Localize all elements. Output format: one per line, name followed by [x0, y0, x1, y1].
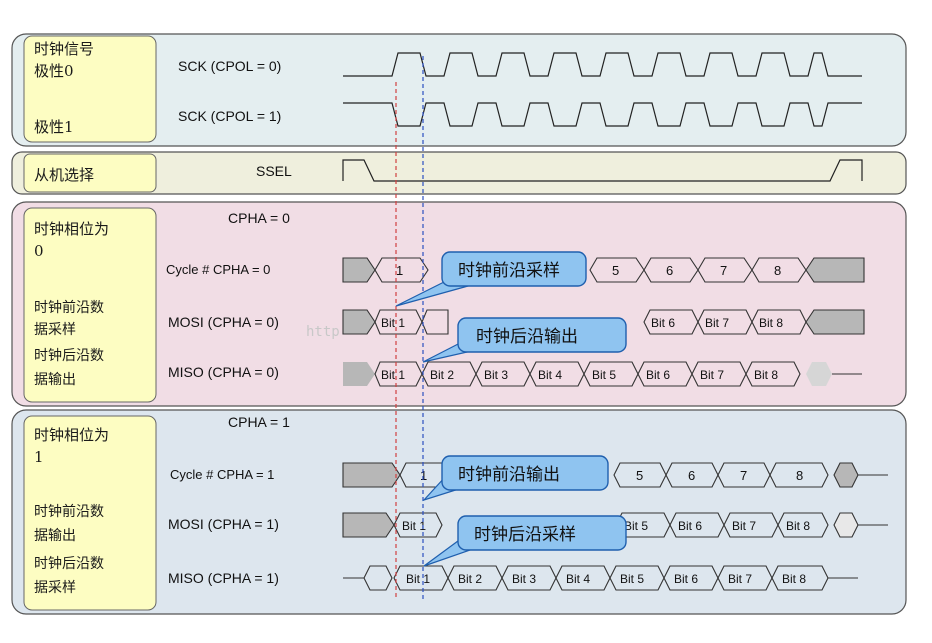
signal-label-sck0: SCK (CPOL = 0) [178, 58, 281, 74]
label-cpha0-title: 时钟相位为 [34, 220, 109, 238]
label-cpha1-miso2: 据采样 [34, 580, 76, 596]
cycle0-num-5: 5 [612, 263, 619, 278]
signal-label-mosi1: MOSI (CPHA = 1) [168, 516, 279, 532]
mosi1-end-block [833, 512, 859, 538]
miso0-bit4-label: Bit 4 [538, 368, 562, 382]
miso0-bit2-label: Bit 2 [430, 368, 454, 382]
callout1-text: 时钟前沿采样 [458, 261, 560, 281]
timing-diagram-canvas: 时钟信号 极性0 极性1 从机选择 时钟相位为 0 时钟前沿数 据采样 时钟后沿… [11, 33, 907, 615]
signal-label-cpha0-header: CPHA = 0 [228, 210, 290, 226]
label-cpha0-miso2: 据输出 [34, 372, 76, 388]
mosi0-bit1-label: Bit 1 [381, 316, 405, 330]
signal-label-sck1: SCK (CPOL = 1) [178, 108, 281, 124]
mosi1-start-block [342, 512, 395, 538]
callout2-text: 时钟后沿输出 [476, 327, 578, 347]
miso1-bit5-label: Bit 5 [620, 572, 644, 586]
miso1-bit2-label: Bit 2 [458, 572, 482, 586]
label-cpha1-value: 1 [34, 448, 44, 466]
miso1-bit3-label: Bit 3 [512, 572, 536, 586]
miso0-bit3-label: Bit 3 [484, 368, 508, 382]
mosi0-bit6-label: Bit 6 [651, 316, 675, 330]
cycle1-num-8: 8 [796, 468, 803, 483]
miso0-bit8-label: Bit 8 [754, 368, 778, 382]
miso1-bit6-label: Bit 6 [674, 572, 698, 586]
miso1-bit7-label: Bit 7 [728, 572, 752, 586]
cycle0-num-8: 8 [774, 263, 781, 278]
label-clock-signal: 时钟信号 [34, 40, 94, 58]
signal-label-cycle0: Cycle # CPHA = 0 [166, 262, 270, 277]
cycle1-num-7: 7 [740, 468, 747, 483]
cycle0-num-6: 6 [666, 263, 673, 278]
signal-label-ssel: SSEL [256, 163, 292, 179]
cycle0-num-7: 7 [720, 263, 727, 278]
cycle1-end-block [833, 462, 859, 488]
label-cpha1-mosi: 时钟前沿数 [34, 503, 104, 520]
label-polarity0: 极性0 [34, 62, 74, 80]
label-cpha1-title: 时钟相位为 [34, 426, 109, 444]
mosi1-bit7-label: Bit 7 [732, 519, 756, 533]
label-cpha0-value: 0 [34, 242, 44, 260]
miso0-bit5-label: Bit 5 [592, 368, 616, 382]
callout3-text: 时钟前沿输出 [458, 465, 560, 485]
cycle1-num-5: 5 [636, 468, 643, 483]
miso0-bit6-label: Bit 6 [646, 368, 670, 382]
callout4-text: 时钟后沿采样 [474, 525, 576, 545]
signal-label-mosi0: MOSI (CPHA = 0) [168, 314, 279, 330]
label-cpha0-mosi2: 据采样 [34, 322, 76, 338]
mosi1-bit5-label: Bit 5 [624, 519, 648, 533]
miso1-bit1-label: Bit 1 [406, 572, 430, 586]
label-cpha1-mosi2: 据输出 [34, 528, 76, 544]
cycle0-num-1: 1 [396, 263, 403, 278]
label-cpha1-miso: 时钟后沿数 [34, 555, 104, 572]
mosi1-bit6-label: Bit 6 [678, 519, 702, 533]
mosi1-bit8-label: Bit 8 [786, 519, 810, 533]
miso1-bit8-label: Bit 8 [782, 572, 806, 586]
cycle1-start-block [342, 462, 401, 488]
cycle1-num-1: 1 [420, 468, 427, 483]
signal-label-miso0: MISO (CPHA = 0) [168, 364, 279, 380]
miso1-bit4-label: Bit 4 [566, 572, 590, 586]
label-polarity1: 极性1 [34, 118, 74, 136]
watermark-text: http [306, 324, 340, 340]
label-cpha0-miso: 时钟后沿数 [34, 347, 104, 364]
mosi0-end-block [805, 309, 865, 335]
signal-label-cycle1: Cycle # CPHA = 1 [170, 467, 274, 482]
cycle0-end-block [805, 257, 865, 283]
cycle1-num-6: 6 [688, 468, 695, 483]
label-cpha0-mosi: 时钟前沿数 [34, 299, 104, 316]
mosi0-bit7-label: Bit 7 [705, 316, 729, 330]
mosi0-bit8-label: Bit 8 [759, 316, 783, 330]
spi-timing-diagram: 时钟信号 极性0 极性1 从机选择 时钟相位为 0 时钟前沿数 据采样 时钟后沿… [0, 0, 932, 643]
signal-label-cpha1-header: CPHA = 1 [228, 414, 290, 430]
label-slave-select: 从机选择 [34, 166, 94, 184]
miso0-bit7-label: Bit 7 [700, 368, 724, 382]
miso0-bit1-label: Bit 1 [381, 368, 405, 382]
signal-label-miso1: MISO (CPHA = 1) [168, 570, 279, 586]
